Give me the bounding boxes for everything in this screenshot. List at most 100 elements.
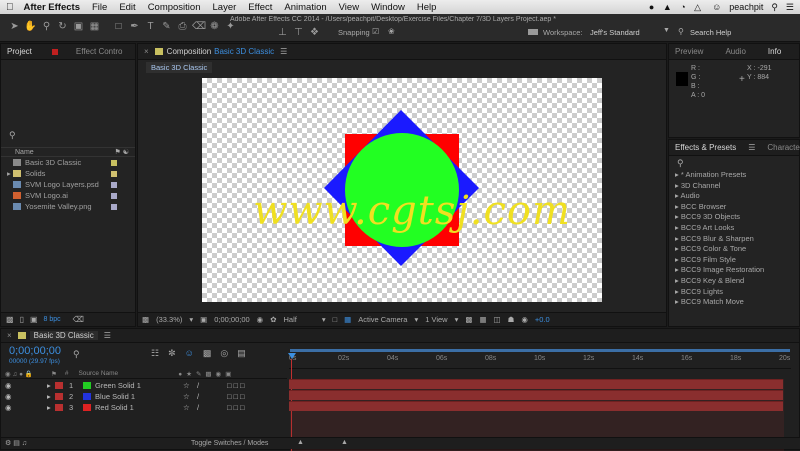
panel-menu-icon[interactable]: ☰ — [104, 331, 111, 340]
menu-window[interactable]: Window — [365, 2, 411, 13]
apple-icon[interactable]:  — [0, 2, 20, 13]
tab-project[interactable]: Project — [1, 47, 38, 56]
effects-category-item[interactable]: ▸ BCC9 Art Looks — [669, 223, 799, 234]
effects-category-item[interactable]: ▸ BCC9 Match Move — [669, 297, 799, 308]
label-column-icon[interactable]: ⚑ ☯ — [115, 148, 130, 156]
resolution-dropdown[interactable]: Half — [284, 315, 297, 324]
clone-stamp-tool-icon[interactable]: ⎙ — [176, 20, 189, 33]
graph-editor-icon[interactable]: ▤ — [237, 348, 246, 359]
menu-edit[interactable]: Edit — [113, 2, 141, 13]
workspace-dropdown[interactable]: Jeff's Standard — [590, 28, 640, 37]
snap-magnet-icon[interactable]: ❀ — [388, 27, 395, 36]
toggle-pixel-icon[interactable]: ▩ — [465, 315, 472, 324]
layer-switch-boxes[interactable]: □□□ — [227, 392, 247, 401]
label-column-icon[interactable]: ⚑ — [51, 370, 57, 378]
comp-tab-prefix[interactable]: Composition — [167, 47, 211, 56]
flowchart-icon[interactable]: ☗ — [508, 315, 515, 324]
layer-row[interactable]: ◉ ▸ 3 Red Solid 1 ☆ / □□□ — [1, 402, 287, 413]
quality-switch-icon[interactable]: / — [197, 392, 227, 401]
menu-view[interactable]: View — [333, 2, 365, 13]
timeline-search-icon[interactable]: ⚲ — [73, 349, 80, 360]
comp-mini-flowchart-icon[interactable]: ☷ — [151, 348, 159, 359]
exposure-value[interactable]: +0.0 — [535, 315, 550, 324]
toggle-switches-modes[interactable]: Toggle Switches / Modes — [191, 440, 268, 447]
layer-switch-boxes[interactable]: □□□ — [227, 403, 247, 412]
project-item[interactable]: SVM Logo Layers.psd — [1, 179, 135, 190]
layer-name[interactable]: Blue Solid 1 — [95, 392, 183, 401]
list-icon[interactable]: ☰ — [786, 2, 794, 13]
zoom-in-icon[interactable]: ▲ — [341, 439, 348, 446]
project-item[interactable]: Yosemite Valley.png — [1, 201, 135, 212]
chevron-down-icon[interactable]: ▾ — [189, 315, 193, 324]
search-help-input[interactable]: Search Help — [690, 28, 731, 37]
menu-help[interactable]: Help — [411, 2, 443, 13]
color-channel-icon[interactable]: ✿ — [270, 315, 276, 324]
tab-audio[interactable]: Audio — [719, 47, 751, 56]
effects-category-item[interactable]: ▸ BCC9 Lights — [669, 287, 799, 298]
effects-category-item[interactable]: ▸ BCC9 Key & Blend — [669, 276, 799, 287]
switches-header-icons[interactable]: ●★✎▩◉▣ — [178, 370, 235, 378]
interpret-footage-icon[interactable]: ▩ — [6, 315, 14, 324]
motion-blur-icon[interactable]: ◎ — [220, 348, 228, 359]
menu-effect[interactable]: Effect — [242, 2, 278, 13]
frame-blending-icon[interactable]: ▩ — [203, 348, 212, 359]
snapping-checkbox[interactable]: ☑ — [372, 27, 379, 36]
label-color-chip[interactable] — [111, 181, 117, 188]
footer-switch-icons[interactable]: ⚙ ▤ ♫ — [5, 439, 27, 447]
expand-arrow-icon[interactable]: ▸ — [47, 403, 55, 412]
timeline-timecode[interactable]: 0;00;00;00 — [9, 345, 61, 357]
timecode-display[interactable]: 0;00;00;00 — [214, 315, 249, 324]
view-layout-dropdown[interactable]: 1 View — [425, 315, 447, 324]
user-icon[interactable]: ☺ — [712, 2, 721, 12]
brush-tool-icon[interactable]: ✎ — [160, 20, 173, 33]
zoom-out-icon[interactable]: ▲ — [297, 439, 304, 446]
status-icons[interactable]: ● ▲ ◔ △ — [649, 2, 704, 13]
visibility-eye-icon[interactable]: ◉ — [5, 392, 19, 401]
label-color-chip[interactable] — [111, 159, 117, 166]
comp-tab-name[interactable]: Basic 3D Classic — [214, 47, 274, 56]
quality-switch-icon[interactable]: / — [197, 381, 227, 390]
axis-view-icon[interactable]: ❖ — [308, 26, 321, 39]
visibility-eye-icon[interactable]: ◉ — [5, 381, 19, 390]
layer-row[interactable]: ◉ ▸ 1 Green Solid 1 ☆ / □□□ — [1, 380, 287, 391]
tab-effects-presets[interactable]: Effects & Presets — [669, 143, 742, 152]
quality-switch-icon[interactable]: / — [197, 403, 227, 412]
chevron-down-icon[interactable]: ▾ — [414, 315, 418, 324]
project-item[interactable]: ▸ Solids — [1, 168, 135, 179]
tab-preview[interactable]: Preview — [669, 47, 709, 56]
tab-info[interactable]: Info — [762, 47, 787, 56]
layer-name[interactable]: Green Solid 1 — [95, 381, 183, 390]
selection-tool-icon[interactable]: ➤ — [8, 20, 21, 33]
effects-category-item[interactable]: ▸ BCC Browser — [669, 202, 799, 213]
effects-category-item[interactable]: ▸ BCC9 Blur & Sharpen — [669, 234, 799, 245]
shy-switch-icon[interactable]: ☆ — [183, 403, 197, 412]
project-item[interactable]: SVM Logo.ai — [1, 190, 135, 201]
label-color-chip[interactable] — [111, 170, 117, 177]
type-tool-icon[interactable]: T — [144, 20, 157, 33]
panel-menu-icon[interactable]: ☰ — [748, 143, 755, 152]
search-icon[interactable]: ⚲ — [771, 2, 778, 13]
effects-category-item[interactable]: ▸ Audio — [669, 191, 799, 202]
trash-icon[interactable]: ⌫ — [73, 315, 84, 324]
always-preview-icon[interactable]: ▩ — [142, 315, 149, 324]
zoom-dropdown[interactable]: (33.3%) — [156, 315, 182, 324]
fast-previews-icon[interactable]: ▦ — [479, 315, 486, 324]
label-color-chip[interactable] — [111, 192, 117, 199]
number-column-icon[interactable]: # — [65, 370, 69, 377]
close-icon[interactable]: × — [138, 47, 155, 56]
transparency-grid-icon[interactable]: ▦ — [344, 315, 351, 324]
label-color-chip[interactable] — [111, 203, 117, 210]
name-column-header[interactable]: Name — [15, 149, 34, 156]
snapshot-icon[interactable]: ◉ — [257, 315, 264, 324]
shy-layers-icon[interactable]: ☺ — [185, 348, 194, 359]
playhead-handle[interactable] — [288, 353, 296, 359]
region-of-interest-icon[interactable]: □ — [333, 315, 338, 324]
pan-behind-tool-icon[interactable]: ▦ — [88, 20, 101, 33]
expand-arrow-icon[interactable]: ▸ — [47, 392, 55, 401]
label-color-chip[interactable] — [55, 393, 63, 400]
panel-menu-icon[interactable]: ☰ — [280, 47, 287, 56]
safe-margins-icon[interactable]: ▣ — [200, 315, 207, 324]
close-icon[interactable]: × — [1, 331, 18, 340]
project-item[interactable]: Basic 3D Classic — [1, 157, 135, 168]
pen-tool-icon[interactable]: ✒ — [128, 20, 141, 33]
